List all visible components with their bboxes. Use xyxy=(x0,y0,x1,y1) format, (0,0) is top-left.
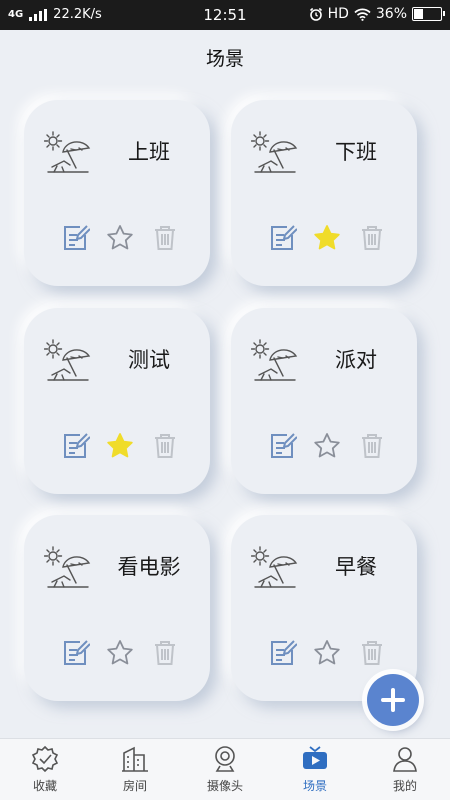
person-icon xyxy=(360,745,450,773)
edit-icon[interactable] xyxy=(60,431,91,461)
tab-label: 收藏 xyxy=(32,779,57,793)
beach-umbrella-icon xyxy=(250,130,299,176)
scene-actions xyxy=(267,223,387,253)
tab-label: 房间 xyxy=(122,779,147,793)
hd-indicator: HD xyxy=(327,6,349,22)
edit-icon[interactable] xyxy=(60,223,91,253)
tab-item[interactable]: 场景 xyxy=(270,739,360,800)
star-outline-icon[interactable] xyxy=(312,638,342,668)
scene-card[interactable]: 上班 xyxy=(24,100,210,286)
battery-fill xyxy=(414,9,423,19)
scene-actions xyxy=(60,638,180,668)
battery-percent: 36% xyxy=(375,6,407,22)
beach-umbrella-icon xyxy=(43,338,92,384)
scene-name: 上班 xyxy=(128,140,170,164)
scene-card[interactable]: 看电影 xyxy=(24,515,210,701)
add-scene-button[interactable] xyxy=(367,674,419,726)
tab-label: 我的 xyxy=(392,779,417,793)
scene-card[interactable]: 下班 xyxy=(231,100,417,286)
building-icon xyxy=(90,745,180,773)
status-bar: 4G 22.2K/s 12:51 HD 36% xyxy=(0,0,450,30)
star-filled-icon[interactable] xyxy=(105,431,135,461)
camera-icon xyxy=(180,745,270,773)
star-filled-icon[interactable] xyxy=(312,223,342,253)
tab-item[interactable]: 房间 xyxy=(90,739,180,800)
scene-name: 早餐 xyxy=(335,555,377,579)
bottom-tab-bar: 收藏 房间 摄像头 场景 我的 xyxy=(0,738,450,800)
edit-icon[interactable] xyxy=(267,638,298,668)
tab-label: 摄像头 xyxy=(206,779,243,793)
tv-play-icon xyxy=(270,745,360,773)
battery-icon xyxy=(412,7,445,21)
scene-name: 测试 xyxy=(128,348,170,372)
scene-name: 下班 xyxy=(335,140,377,164)
star-outline-icon[interactable] xyxy=(312,431,342,461)
scene-name: 派对 xyxy=(335,348,377,372)
page-title: 场景 xyxy=(205,48,244,70)
badge-check-icon xyxy=(0,745,90,773)
edit-icon[interactable] xyxy=(267,223,298,253)
wifi-icon xyxy=(354,8,371,21)
tab-item[interactable]: 收藏 xyxy=(0,739,90,800)
scene-card[interactable]: 早餐 xyxy=(231,515,417,701)
plus-icon xyxy=(381,688,405,712)
scene-actions xyxy=(267,431,387,461)
star-outline-icon[interactable] xyxy=(105,223,135,253)
edit-icon[interactable] xyxy=(60,638,91,668)
beach-umbrella-icon xyxy=(250,338,299,384)
scene-actions xyxy=(60,223,180,253)
trash-icon[interactable] xyxy=(357,223,387,253)
beach-umbrella-icon xyxy=(43,545,92,591)
beach-umbrella-icon xyxy=(250,545,299,591)
scene-name: 看电影 xyxy=(117,555,181,579)
scene-card[interactable]: 派对 xyxy=(231,308,417,494)
scene-card[interactable]: 测试 xyxy=(24,308,210,494)
beach-umbrella-icon xyxy=(43,130,92,176)
star-outline-icon[interactable] xyxy=(105,638,135,668)
trash-icon[interactable] xyxy=(150,223,180,253)
tab-item[interactable]: 摄像头 xyxy=(180,739,270,800)
tab-label: 场景 xyxy=(302,779,327,793)
scene-actions xyxy=(60,431,180,461)
trash-icon[interactable] xyxy=(150,431,180,461)
scene-actions xyxy=(267,638,387,668)
trash-icon[interactable] xyxy=(357,638,387,668)
edit-icon[interactable] xyxy=(267,431,298,461)
trash-icon[interactable] xyxy=(357,431,387,461)
trash-icon[interactable] xyxy=(150,638,180,668)
tab-item[interactable]: 我的 xyxy=(360,739,450,800)
alarm-icon xyxy=(309,7,322,21)
